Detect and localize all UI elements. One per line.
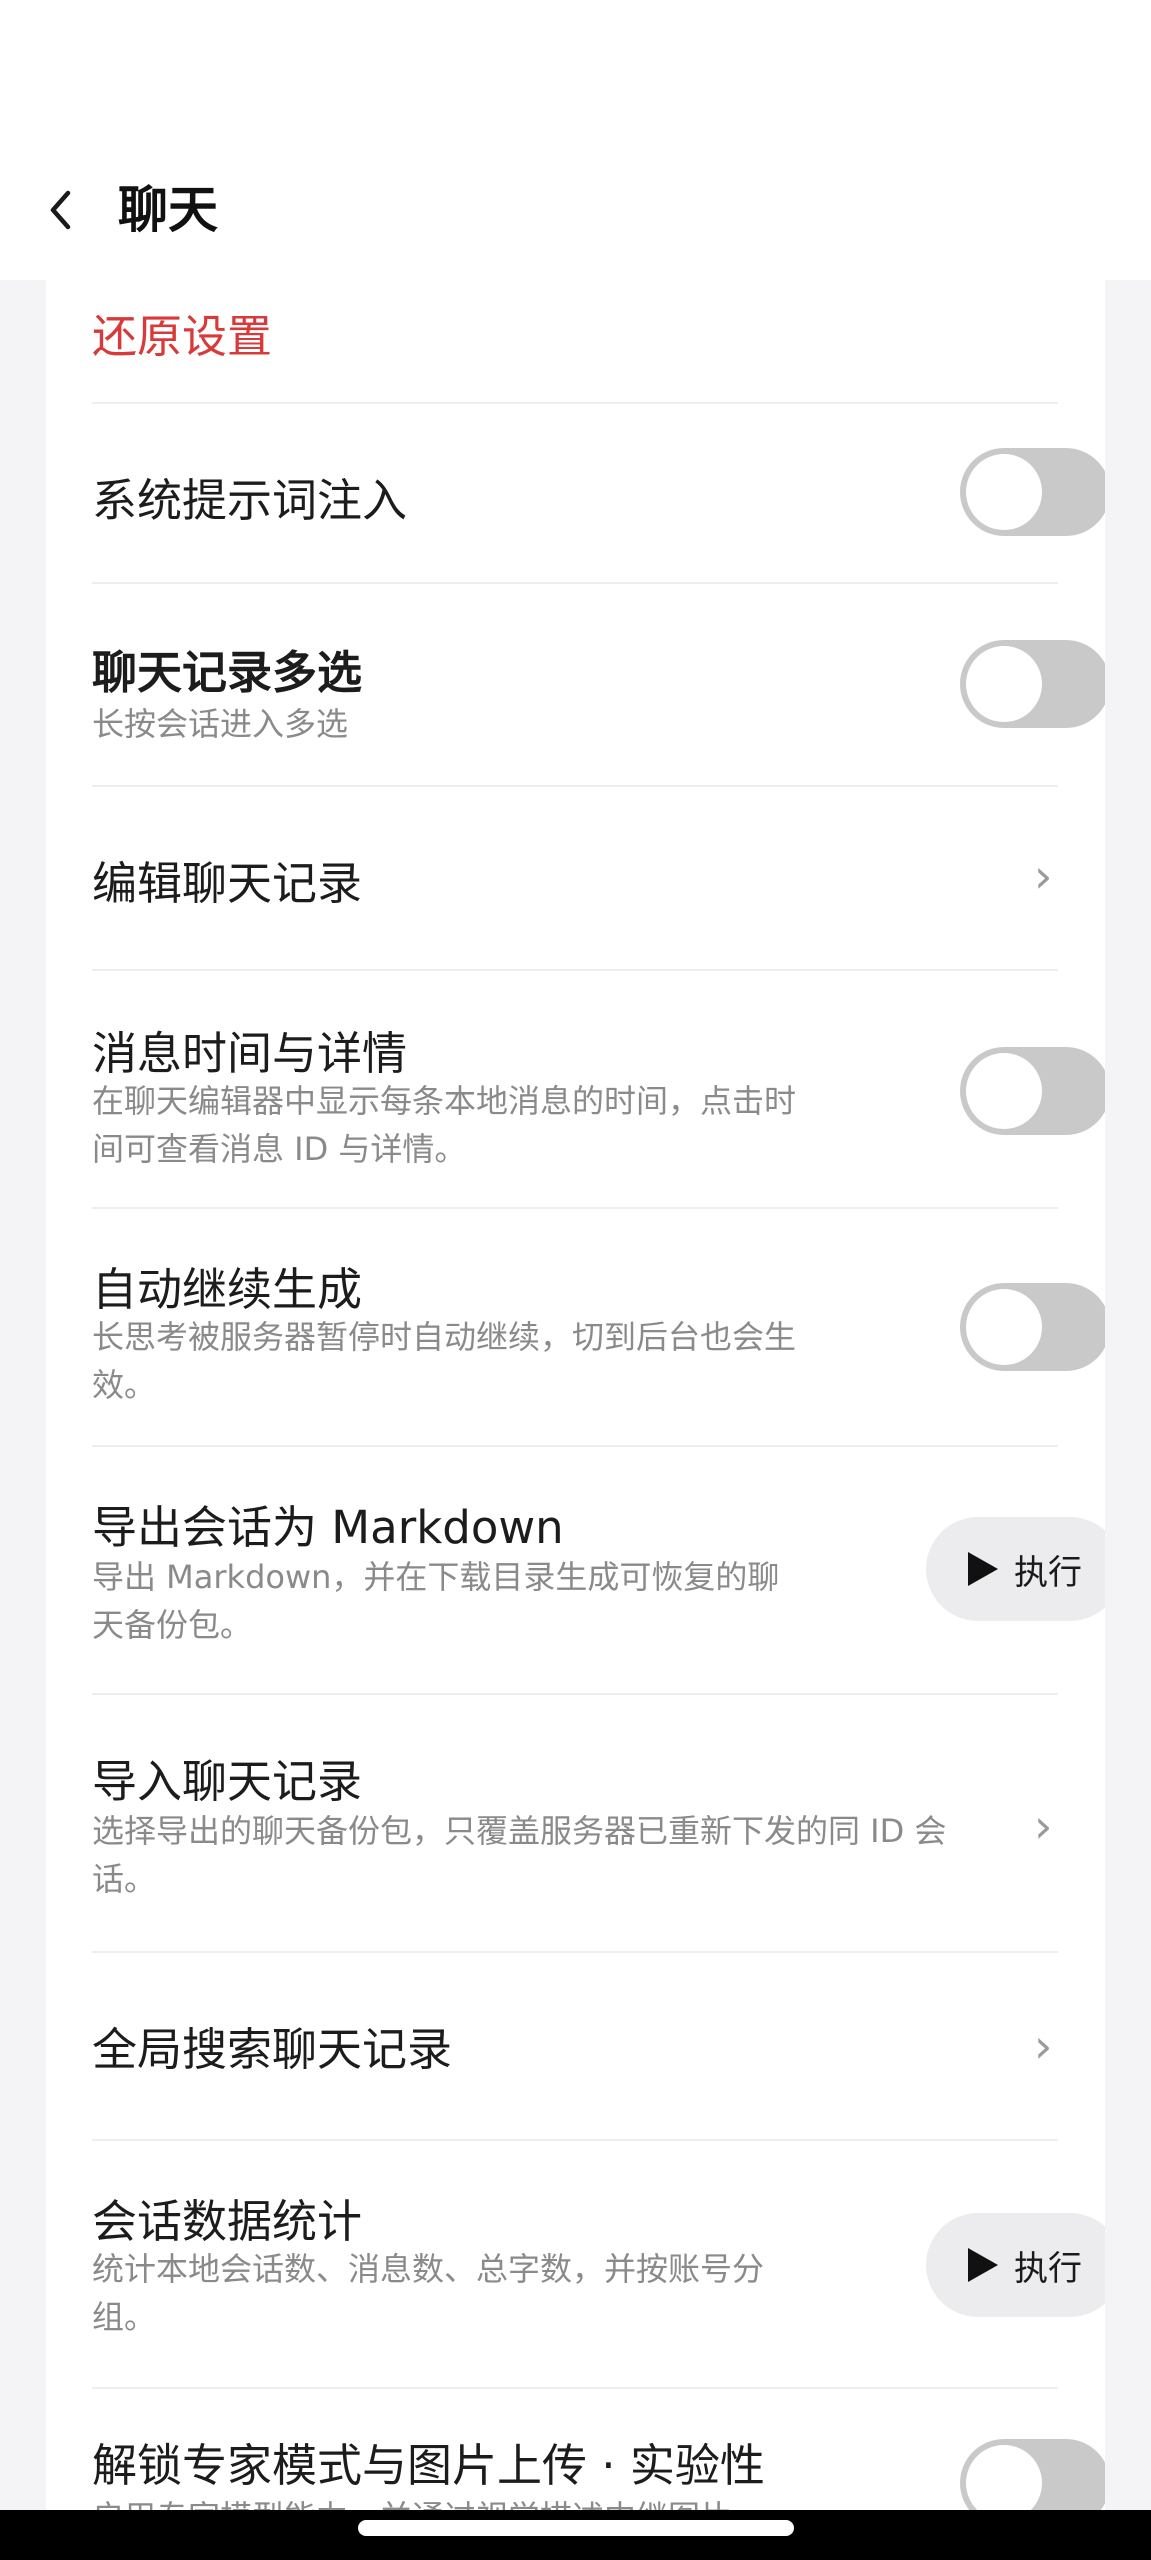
toggle-knob — [966, 646, 1042, 722]
auto-continue-toggle[interactable] — [960, 1283, 1105, 1371]
setting-subtitle-line: 效。 — [92, 1366, 157, 1404]
home-indicator[interactable] — [358, 2520, 794, 2536]
toggle-knob — [966, 2445, 1042, 2510]
setting-subtitle-line: 长思考被服务器暂停时自动继续，切到后台也会生 — [92, 1318, 797, 1356]
setting-subtitle-line: 选择导出的聊天备份包，只覆盖服务器已重新下发的同 ID 会 — [92, 1812, 947, 1850]
session-stats-run-button[interactable]: 执行 — [926, 2213, 1105, 2317]
run-button-label: 执行 — [1014, 2248, 1082, 2289]
setting-title: 系统提示词注入 — [92, 474, 408, 527]
setting-title: 解锁专家模式与图片上传 · 实验性 — [92, 2439, 765, 2492]
toggle-knob — [966, 454, 1042, 530]
setting-title: 导入聊天记录 — [92, 1755, 363, 1808]
reset-settings-button[interactable]: 还原设置 — [92, 300, 272, 365]
setting-title: 导出会话为 Markdown — [92, 1501, 564, 1554]
setting-title: 全局搜索聊天记录 — [92, 2023, 453, 2076]
back-button[interactable] — [36, 180, 84, 240]
setting-subtitle-line: 启用专家模型能力，并通过视觉描述中继图片 — [92, 2493, 732, 2510]
setting-row-auto-continue[interactable]: 自动继续生成 长思考被服务器暂停时自动继续，切到后台也会生 效。 — [92, 1209, 1105, 1445]
chevron-right-icon: › — [1034, 849, 1053, 903]
play-icon — [968, 1552, 998, 1586]
setting-title: 编辑聊天记录 — [92, 857, 363, 910]
setting-subtitle-line: 组。 — [92, 2298, 157, 2336]
page-title: 聊天 — [118, 181, 218, 239]
setting-subtitle-line: 话。 — [92, 1860, 157, 1898]
setting-subtitle-line: 在聊天编辑器中显示每条本地消息的时间，点击时 — [92, 1082, 797, 1120]
setting-row-edit-chat-history[interactable]: 编辑聊天记录 › — [92, 787, 1058, 967]
setting-row-expert-mode[interactable]: 解锁专家模式与图片上传 · 实验性 启用专家模型能力，并通过视觉描述中继图片 — [92, 2389, 1105, 2510]
setting-title: 聊天记录多选 — [92, 646, 363, 699]
message-time-details-toggle[interactable] — [960, 1047, 1105, 1135]
export-markdown-run-button[interactable]: 执行 — [926, 1517, 1105, 1621]
setting-subtitle-line: 导出 Markdown，并在下载目录生成可恢复的聊 — [92, 1558, 780, 1596]
setting-row-import-chat-history[interactable]: 导入聊天记录 选择导出的聊天备份包，只覆盖服务器已重新下发的同 ID 会 话。 … — [92, 1695, 1058, 1951]
system-prompt-injection-toggle[interactable] — [960, 448, 1105, 536]
chevron-left-icon — [49, 190, 71, 230]
setting-subtitle-line: 统计本地会话数、消息数、总字数，并按账号分 — [92, 2250, 765, 2288]
expert-mode-toggle[interactable] — [960, 2439, 1105, 2510]
chevron-right-icon: › — [1034, 1799, 1053, 1853]
setting-row-export-markdown: 导出会话为 Markdown 导出 Markdown，并在下载目录生成可恢复的聊… — [92, 1447, 1105, 1693]
setting-row-message-time-details[interactable]: 消息时间与详情 在聊天编辑器中显示每条本地消息的时间，点击时 间可查看消息 ID… — [92, 971, 1105, 1207]
setting-row-global-search[interactable]: 全局搜索聊天记录 › — [92, 1953, 1058, 2139]
settings-card: 还原设置 系统提示词注入 聊天记录多选 长按会话进入多选 编辑聊天记录 › 消息… — [46, 280, 1105, 2510]
setting-row-system-prompt-injection[interactable]: 系统提示词注入 — [92, 404, 1105, 580]
setting-title: 消息时间与详情 — [92, 1027, 408, 1080]
multi-select-toggle[interactable] — [960, 640, 1105, 728]
run-button-label: 执行 — [1014, 1552, 1082, 1593]
system-navigation-bar — [0, 2510, 1151, 2560]
toggle-knob — [966, 1053, 1042, 1129]
top-app-bar: 聊天 — [0, 0, 1151, 280]
setting-row-multi-select[interactable]: 聊天记录多选 长按会话进入多选 — [92, 584, 1105, 784]
chevron-right-icon: › — [1034, 2019, 1053, 2073]
setting-subtitle-line: 间可查看消息 ID 与详情。 — [92, 1130, 467, 1168]
setting-subtitle: 长按会话进入多选 — [92, 705, 349, 743]
play-icon — [968, 2248, 998, 2282]
toggle-knob — [966, 1289, 1042, 1365]
setting-title: 会话数据统计 — [92, 2195, 363, 2248]
setting-row-session-stats: 会话数据统计 统计本地会话数、消息数、总字数，并按账号分 组。 执行 — [92, 2141, 1105, 2387]
setting-title: 自动继续生成 — [92, 1263, 363, 1316]
setting-subtitle-line: 天备份包。 — [92, 1606, 253, 1644]
